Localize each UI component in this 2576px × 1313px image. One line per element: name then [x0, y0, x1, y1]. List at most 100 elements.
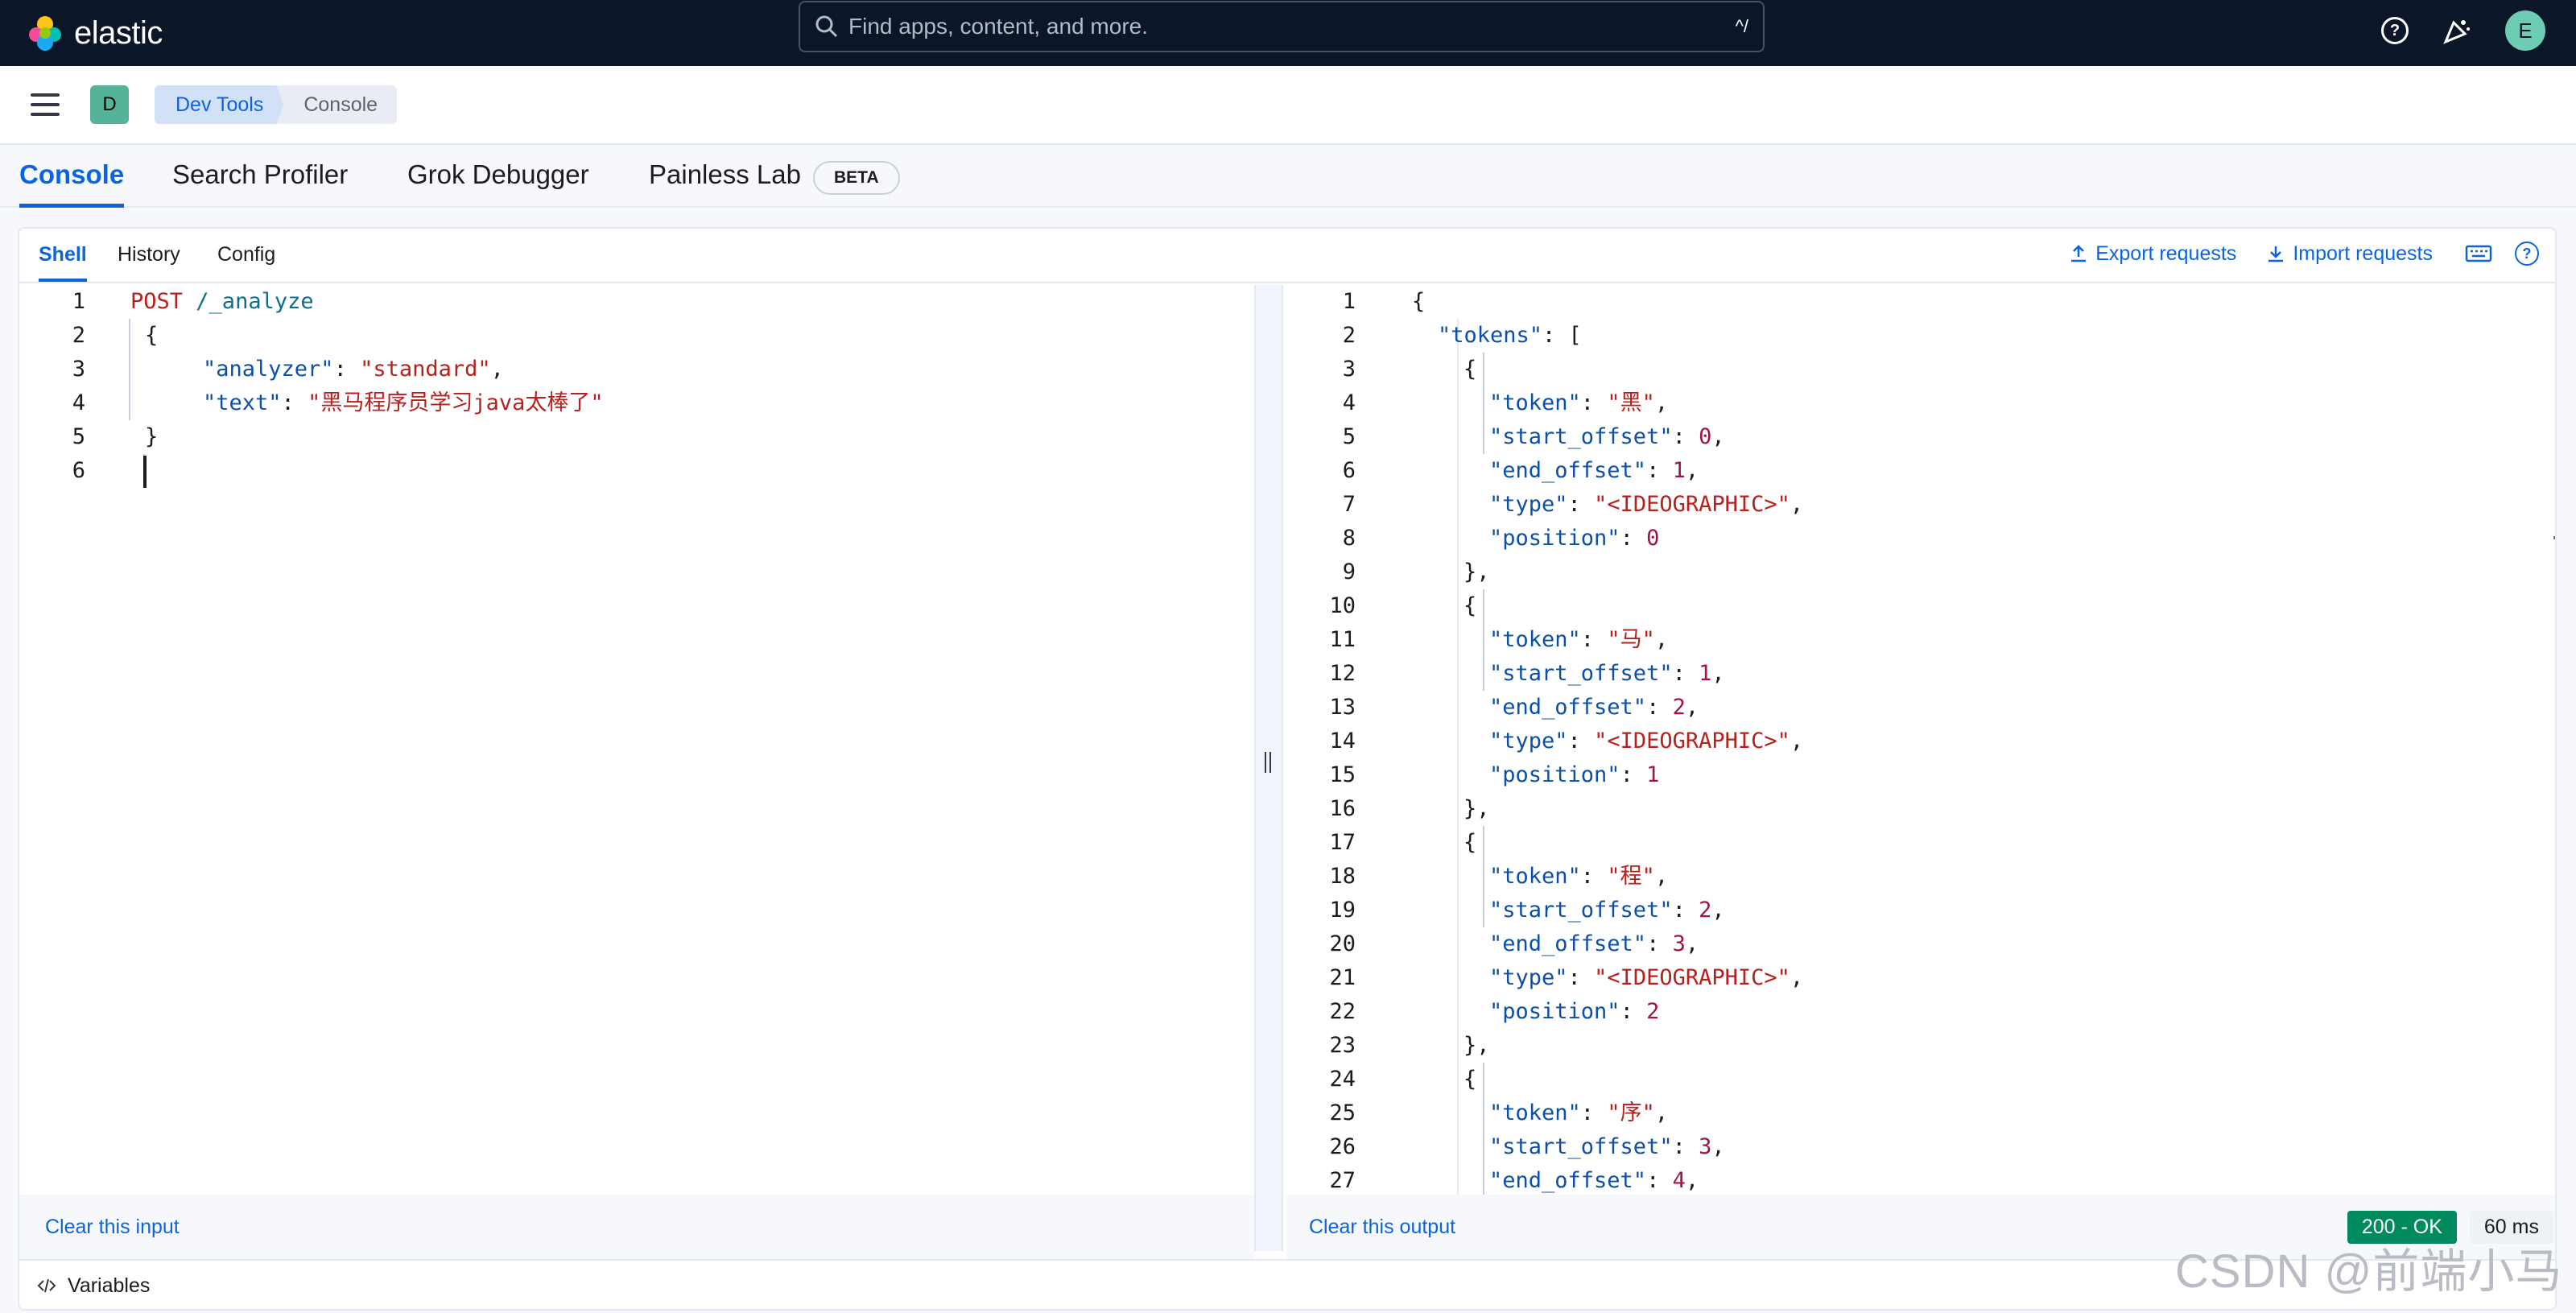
output-code: },: [1463, 1033, 1490, 1058]
line-number: 7: [1342, 492, 1356, 517]
resize-handle[interactable]: [1254, 285, 1283, 1251]
line-number: 20: [1329, 931, 1356, 956]
output-line: 16},: [1286, 792, 2555, 826]
line-number: 3: [1342, 357, 1356, 382]
output-line: 21 "type": "<IDEOGRAPHIC>",: [1286, 961, 2555, 995]
line-number: 16: [1329, 796, 1356, 821]
console-subtabs: Shell History Config Export requests Imp…: [19, 229, 2555, 283]
space-selector[interactable]: D: [90, 85, 129, 124]
news-feed-icon[interactable]: [2442, 16, 2471, 45]
global-search-input[interactable]: Find apps, content, and more. ^/: [799, 1, 1765, 52]
line-number: 4: [72, 390, 85, 415]
output-code: "start_offset": 0,: [1489, 424, 1725, 449]
drag-handle-icon: [1265, 752, 1271, 773]
tab-grok-debugger[interactable]: Grok Debugger: [407, 159, 589, 208]
breadcrumb: Dev Tools Console: [155, 85, 398, 124]
output-code: {: [1463, 830, 1477, 855]
menu-icon[interactable]: [31, 93, 60, 116]
output-line: 27 "end_offset": 4,: [1286, 1164, 2555, 1195]
user-avatar[interactable]: E: [2505, 10, 2545, 51]
code-icon: [37, 1278, 56, 1293]
output-code: "end_offset": 2,: [1489, 695, 1699, 720]
line-number: 9: [1342, 559, 1356, 584]
export-label: Export requests: [2095, 242, 2237, 265]
output-code: {: [1463, 1067, 1477, 1092]
tab-config[interactable]: Config: [217, 243, 275, 282]
line-number: 5: [1342, 424, 1356, 449]
output-code: {: [1412, 289, 1426, 314]
output-code: "position": 1: [1489, 762, 1660, 787]
output-line: 7 "type": "<IDEOGRAPHIC>",: [1286, 488, 2555, 522]
console-panel: Shell History Config Export requests Imp…: [18, 227, 2557, 1311]
line-number: 1: [72, 289, 85, 314]
keyboard-shortcuts-icon[interactable]: [2465, 244, 2492, 263]
output-line: 5 "start_offset": 0,: [1286, 420, 2555, 454]
output-code: "token": "黑",: [1489, 390, 1669, 415]
line-number: 25: [1329, 1100, 1356, 1125]
request-path: /_analyze: [196, 289, 314, 314]
output-code: "token": "程",: [1489, 864, 1669, 889]
line-number: 8: [1342, 526, 1356, 551]
output-code: "type": "<IDEOGRAPHIC>",: [1489, 729, 1804, 754]
line-number: 21: [1329, 965, 1356, 990]
request-editor[interactable]: 1 POST /_analyze 2{ 3 "analyzer": "standar…: [19, 285, 1277, 1195]
export-icon: [2071, 245, 2087, 262]
output-code: },: [1463, 796, 1490, 821]
line-number: 6: [1342, 458, 1356, 483]
output-line: 4 "token": "黑",: [1286, 386, 2555, 420]
search-placeholder: Find apps, content, and more.: [848, 14, 1148, 39]
clear-output-button[interactable]: Clear this output: [1309, 1216, 1455, 1239]
help-icon[interactable]: ?: [2515, 242, 2539, 266]
json-string: "standard": [360, 357, 491, 382]
response-output[interactable]: 1{2 "tokens": [3{4 "token": "黑", 5 "start_of…: [1286, 285, 2555, 1195]
clear-input-button[interactable]: Clear this input: [45, 1216, 180, 1239]
output-line: 12 "start_offset": 1,: [1286, 657, 2555, 691]
logo-text: elastic: [74, 14, 163, 51]
output-line: 10 {: [1286, 589, 2555, 623]
line-number: 17: [1329, 830, 1356, 855]
line-number: 2: [1342, 323, 1356, 348]
json-key: "text": [203, 390, 282, 415]
tab-search-profiler[interactable]: Search Profiler: [172, 159, 348, 208]
tab-history[interactable]: History: [118, 243, 180, 282]
help-icon[interactable]: ?: [2381, 17, 2409, 44]
output-code: "start_offset": 2,: [1489, 898, 1725, 923]
output-code: "type": "<IDEOGRAPHIC>",: [1489, 965, 1804, 990]
output-code: "end_offset": 4,: [1489, 1168, 1699, 1193]
elastic-logo[interactable]: elastic: [26, 14, 163, 52]
output-code: "type": "<IDEOGRAPHIC>",: [1489, 492, 1804, 517]
line-number: 22: [1329, 999, 1356, 1024]
import-label: Import requests: [2293, 242, 2433, 265]
tab-console[interactable]: Console: [19, 159, 125, 208]
output-code: {: [1463, 357, 1477, 382]
breadcrumb-dev-tools[interactable]: Dev Tools: [155, 85, 288, 124]
output-line: 20 "end_offset": 3,: [1286, 927, 2555, 961]
line-number: 13: [1329, 695, 1356, 720]
tab-painless-lab[interactable]: Painless Lab: [649, 159, 801, 208]
output-line: 8 "position": 0: [1286, 522, 2555, 555]
output-line: 13 "end_offset": 2,: [1286, 691, 2555, 725]
output-code: "position": 2: [1489, 999, 1660, 1024]
output-line: 3{: [1286, 353, 2555, 386]
json-key: "analyzer": [203, 357, 334, 382]
line-number: 6: [72, 458, 85, 483]
output-line: 26 "start_offset": 3,: [1286, 1130, 2555, 1164]
output-line: 23},: [1286, 1029, 2555, 1063]
output-line: 22 "position": 2: [1286, 995, 2555, 1029]
output-line: 9},: [1286, 555, 2555, 589]
line-number: 2: [72, 323, 85, 348]
output-line: 11 "token": "马",: [1286, 623, 2555, 657]
export-requests-button[interactable]: Export requests: [2070, 242, 2236, 266]
line-number: 10: [1329, 593, 1356, 618]
output-code: "end_offset": 3,: [1489, 931, 1699, 956]
output-code: "token": "序",: [1489, 1100, 1669, 1125]
beta-badge: BETA: [813, 161, 900, 195]
import-requests-button[interactable]: Import requests: [2267, 242, 2433, 266]
import-icon: [2268, 246, 2284, 262]
line-number: 12: [1329, 661, 1356, 686]
output-line: 24 {: [1286, 1063, 2555, 1096]
line-number: 18: [1329, 864, 1356, 889]
tab-shell[interactable]: Shell: [39, 243, 87, 282]
line-number: 15: [1329, 762, 1356, 787]
json-brace: {: [145, 323, 159, 348]
